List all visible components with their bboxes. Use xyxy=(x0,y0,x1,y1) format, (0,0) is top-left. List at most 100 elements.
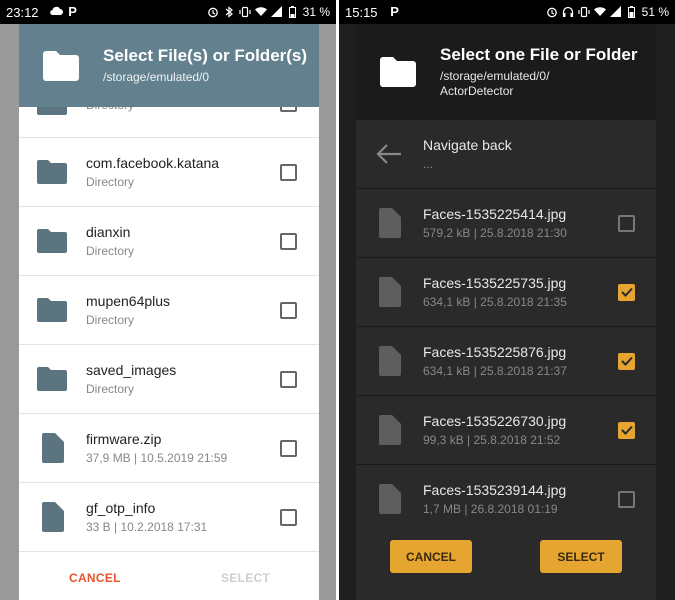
item-name: saved_images xyxy=(86,362,177,378)
list-item[interactable]: Faces-1535225414.jpg 579,2 kB | 25.8.2018… xyxy=(356,189,656,258)
checkbox-icon[interactable] xyxy=(280,370,297,388)
list-item[interactable]: mupen64plus Directory xyxy=(19,276,319,345)
item-meta: 37,9 MB | 10.5.2019 21:59 xyxy=(86,451,228,465)
cancel-button[interactable]: CANCEL xyxy=(390,540,472,573)
cancel-button[interactable]: CANCEL xyxy=(69,571,121,585)
dialog-header: Select File(s) or Folder(s) /storage/emu… xyxy=(19,24,319,107)
folder-icon xyxy=(36,225,68,257)
select-button[interactable]: SELECT xyxy=(540,540,622,573)
file-chooser-dialog: Select File(s) or Folder(s) /storage/emu… xyxy=(19,24,319,600)
left-screen: 23:12 P 31 % Select File(s) or Folder(s)… xyxy=(0,0,336,600)
navigate-back-sub: ... xyxy=(423,157,434,171)
checkbox-icon[interactable] xyxy=(618,490,635,508)
folder-icon xyxy=(36,107,68,119)
list-item[interactable]: dianxin Directory xyxy=(19,207,319,276)
list-item[interactable]: Faces-1535225876.jpg 634,1 kB | 25.8.2018… xyxy=(356,327,656,396)
file-icon xyxy=(36,501,68,533)
dialog-path: /storage/emulated/0 xyxy=(103,70,210,84)
checkbox-icon[interactable] xyxy=(618,214,635,232)
checkbox-icon[interactable] xyxy=(280,439,297,457)
list-item[interactable]: Faces-1535225735.jpg 634,1 kB | 25.8.2018… xyxy=(356,258,656,327)
battery-icon xyxy=(626,6,638,18)
dialog-path: /storage/emulated/0/ ActorDetector xyxy=(440,69,637,99)
folder-icon xyxy=(380,57,416,87)
vibrate-icon xyxy=(239,6,251,18)
alarm-icon xyxy=(207,6,219,18)
item-meta: 634,1 kB | 25.8.2018 21:37 xyxy=(423,364,567,378)
list-item[interactable]: saved_images Directory xyxy=(19,345,319,414)
dialog-footer: CANCEL SELECT xyxy=(356,529,656,600)
checkbox-icon[interactable] xyxy=(280,107,297,112)
bluetooth-icon xyxy=(223,6,235,18)
file-icon xyxy=(373,276,405,308)
list-item[interactable]: Faces-1535239144.jpg 1,7 MB | 26.8.2018 0… xyxy=(356,465,656,534)
file-list[interactable]: Directorycom.facebook.katanaDirectorydia… xyxy=(19,107,319,555)
battery-icon xyxy=(287,6,299,18)
arrow-back-icon xyxy=(373,138,405,170)
wifi-icon xyxy=(593,6,606,18)
status-bar: 23:12 P 31 % xyxy=(0,0,336,24)
list-item[interactable]: firmware.zip 37,9 MB | 10.5.2019 21:59 xyxy=(19,414,319,483)
list-item[interactable]: gf_otp_info 33 B | 10.2.2018 17:31 xyxy=(19,483,319,552)
battery-level: 31 % xyxy=(302,5,330,19)
item-name: Faces-1535239144.jpg xyxy=(423,482,567,498)
checkbox-icon[interactable] xyxy=(280,232,297,250)
status-time: 23:12 xyxy=(6,4,39,20)
right-screen: 15:15 P 51 % Select one File or Folder /… xyxy=(339,0,675,600)
item-name: gf_otp_info xyxy=(86,500,156,516)
item-meta: 33 B | 10.2.2018 17:31 xyxy=(86,520,208,534)
folder-icon xyxy=(43,50,79,81)
item-name: Faces-1535225735.jpg xyxy=(423,275,567,291)
item-name: Faces-1535225414.jpg xyxy=(423,206,567,222)
dialog-header: Select one File or Folder /storage/emula… xyxy=(356,24,656,120)
dialog-path-line1: /storage/emulated/0/ xyxy=(440,69,550,83)
item-name: firmware.zip xyxy=(86,431,162,447)
cloud-icon xyxy=(49,6,63,18)
dialog-footer: CANCEL SELECT xyxy=(19,555,319,600)
p-icon: P xyxy=(390,4,399,19)
vibrate-icon xyxy=(578,6,590,18)
folder-icon xyxy=(36,363,68,395)
signal-icon xyxy=(609,6,622,18)
wifi-icon xyxy=(254,6,267,18)
headphones-icon xyxy=(562,6,574,18)
checkbox-icon[interactable] xyxy=(618,283,635,301)
list-item[interactable]: com.facebook.katana Directory xyxy=(19,138,319,207)
status-bar: 15:15 P 51 % xyxy=(339,0,675,24)
item-name: Faces-1535226730.jpg xyxy=(423,413,567,429)
checkbox-icon[interactable] xyxy=(280,301,297,319)
item-meta: Directory xyxy=(86,107,280,112)
item-meta: 1,7 MB | 26.8.2018 01:19 xyxy=(423,502,558,516)
alarm-icon xyxy=(546,6,558,18)
navigate-back-item[interactable]: Navigate back ... xyxy=(356,120,656,189)
file-icon xyxy=(373,207,405,239)
checkbox-icon[interactable] xyxy=(618,421,635,439)
file-icon xyxy=(373,414,405,446)
item-meta: 579,2 kB | 25.8.2018 21:30 xyxy=(423,226,567,240)
file-list[interactable]: Navigate back ... Faces-1535225414.jpg 57… xyxy=(356,120,656,553)
item-meta: Directory xyxy=(86,244,135,258)
checkbox-icon[interactable] xyxy=(618,352,635,370)
select-button[interactable]: SELECT xyxy=(221,571,270,585)
battery-level: 51 % xyxy=(641,5,669,19)
signal-icon xyxy=(270,6,283,18)
checkbox-icon[interactable] xyxy=(280,508,297,526)
item-meta: Directory xyxy=(86,313,135,327)
item-meta: 634,1 kB | 25.8.2018 21:35 xyxy=(423,295,567,309)
list-item[interactable]: Directory xyxy=(19,107,319,138)
navigate-back-label: Navigate back xyxy=(423,137,512,153)
dialog-path-line2: ActorDetector xyxy=(440,84,514,98)
checkbox-icon[interactable] xyxy=(280,163,297,181)
item-meta: Directory xyxy=(86,382,135,396)
item-name: com.facebook.katana xyxy=(86,155,220,171)
folder-icon xyxy=(36,294,68,326)
list-item[interactable]: Faces-1535226730.jpg 99,3 kB | 25.8.2018 … xyxy=(356,396,656,465)
file-chooser-dialog: Select one File or Folder /storage/emula… xyxy=(356,24,656,600)
file-icon xyxy=(373,345,405,377)
item-meta: Directory xyxy=(86,175,135,189)
dialog-title: Select File(s) or Folder(s) xyxy=(103,46,308,65)
item-name: mupen64plus xyxy=(86,293,171,309)
file-icon xyxy=(36,432,68,464)
status-time: 15:15 xyxy=(345,4,378,20)
item-name: dianxin xyxy=(86,224,131,240)
